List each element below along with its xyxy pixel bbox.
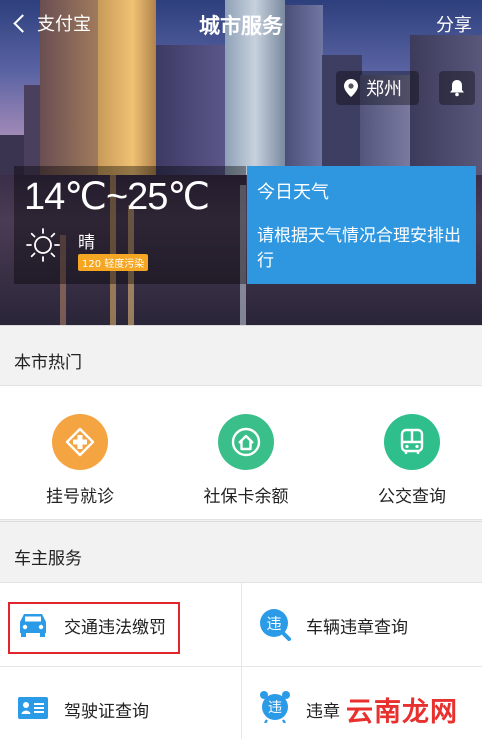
service-label: 公交查询 — [378, 487, 446, 507]
medical-cross-icon — [52, 414, 108, 470]
aqi-badge: 120 轻度污染 — [78, 254, 149, 271]
location-pin-icon — [344, 79, 358, 97]
service-label: 驾驶证查询 — [64, 702, 149, 722]
service-social-security[interactable]: 社保卡余额 — [166, 386, 326, 521]
service-label: 社保卡余额 — [203, 487, 289, 507]
service-bus[interactable]: 公交查询 — [332, 386, 482, 521]
weather-card[interactable]: 今日天气 请根据天气情况合理安排出行 — [247, 166, 476, 284]
notification-button[interactable] — [439, 71, 475, 105]
social-security-icon — [218, 414, 274, 470]
bell-icon — [450, 80, 464, 97]
violation-alarm-icon: 违 — [260, 691, 290, 723]
svg-text:违: 违 — [266, 615, 281, 633]
city-name: 郑州 — [366, 79, 402, 100]
service-label: 车辆违章查询 — [306, 618, 408, 638]
weather-condition: 晴 — [78, 233, 95, 253]
service-violation-query[interactable]: 违 车辆违章查询 — [241, 583, 482, 667]
service-label: 挂号就诊 — [46, 487, 114, 507]
highlight-box — [8, 602, 180, 654]
city-selector[interactable]: 郑州 — [336, 71, 419, 105]
sunny-icon — [26, 228, 60, 262]
svg-text:违: 违 — [268, 700, 282, 716]
page-title: 城市服务 — [199, 14, 283, 38]
weather-card-text: 请根据天气情况合理安排出行 — [257, 226, 461, 271]
navigation-bar: 支付宝 城市服务 分享 — [0, 0, 482, 48]
service-license-query[interactable]: 驾驶证查询 — [0, 667, 241, 739]
bus-icon — [384, 414, 440, 470]
violation-search-icon: 违 — [260, 609, 291, 641]
license-card-icon — [18, 697, 48, 719]
service-label: 违章 — [306, 702, 340, 722]
section-header-car: 车主服务 — [0, 521, 482, 582]
share-button[interactable]: 分享 — [436, 11, 472, 37]
hot-services: 挂号就诊 社保卡余额 公交查询 — [0, 385, 482, 520]
service-registration[interactable]: 挂号就诊 — [0, 386, 160, 521]
section-header-hot: 本市热门 — [0, 325, 482, 385]
weather-card-title: 今日天气 — [257, 182, 329, 203]
watermark: 云南龙网 — [346, 697, 458, 728]
temperature-range: 14℃~25℃ — [24, 176, 210, 218]
weather-summary: 14℃~25℃ 晴 120 轻度污染 — [14, 166, 246, 284]
